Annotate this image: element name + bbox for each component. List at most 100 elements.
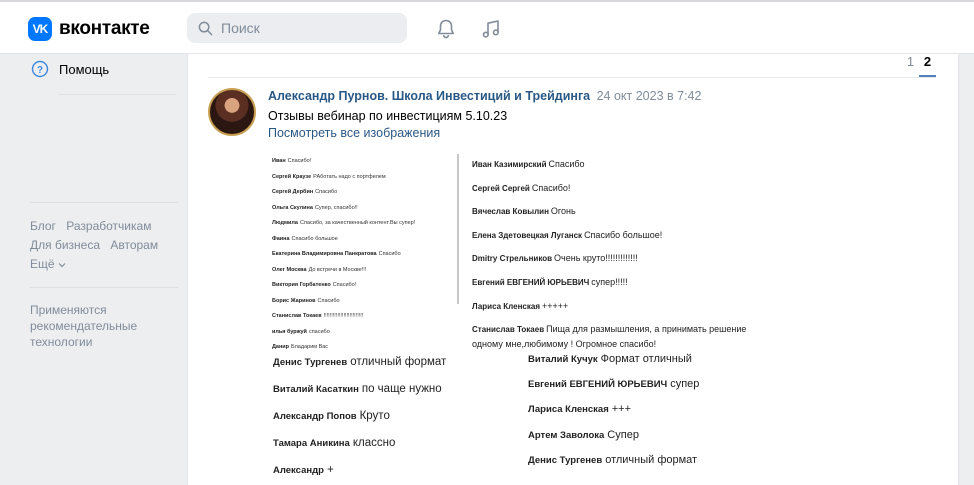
comment-row: Екатерина Владимировна Панкратова Спасибо xyxy=(272,247,415,263)
comment-author: Денис Тургенев xyxy=(273,357,348,368)
comment-author: Артем Заволока xyxy=(528,429,605,441)
page-2-active[interactable]: 2 xyxy=(919,54,936,77)
comment-author: Ольга Скулина xyxy=(272,204,313,211)
comment-row: Денис Тургенев отличный формат xyxy=(528,448,699,473)
page-1[interactable]: 1 xyxy=(902,54,919,77)
comment-author: Dmitry Стрельников xyxy=(472,254,553,264)
comment-row: Олег Москва До встречи в Москве!!! xyxy=(272,263,415,279)
bell-icon[interactable] xyxy=(434,17,458,41)
comment-text: спасибо xyxy=(308,328,330,335)
comment-author: Олег Москва xyxy=(272,266,307,273)
footer-links: Блог Разработчикам Для бизнеса Авторам Е… xyxy=(30,217,180,274)
comment-text: супер xyxy=(670,378,700,391)
footer-link-authors[interactable]: Авторам xyxy=(110,238,158,252)
comment-author: Александр Попов xyxy=(273,411,357,422)
main-content: 1 2 Александр Пурнов. Школа Инвестиций и… xyxy=(187,54,959,485)
comment-author: Денис Тургенев xyxy=(528,454,603,466)
comment-text: РАботать надо с портфелем xyxy=(313,173,386,180)
comment-row: Тамара Аникина классно xyxy=(273,430,446,457)
comment-text: Очень круто!!!!!!!!!!!!! xyxy=(554,253,638,264)
comment-author: Елена Здетовецкая Луганск xyxy=(472,230,583,240)
comments-list-small-left: Иван Спасибо! Сергей Краузе РАботать надо с… xyxy=(272,154,415,356)
comment-row: Евгений ЕВГЕНИЙ ЮРЬЕВИЧ супер xyxy=(528,372,699,397)
post-author-link[interactable]: Александр Пурнов. Школа Инвестиций и Тре… xyxy=(268,89,590,103)
comment-row: Иван Казимирский Спасибо xyxy=(472,153,762,177)
pagination: 1 2 xyxy=(902,54,936,77)
comment-row: Лариса Кленская +++ xyxy=(528,397,699,422)
comment-author: Людмила xyxy=(272,220,298,226)
comment-text: супер!!!!! xyxy=(591,276,628,287)
comment-text: Спасибо xyxy=(315,189,338,195)
divider xyxy=(58,94,176,95)
comment-row: Виталий Касаткин по чаще нужно xyxy=(273,376,446,403)
comment-text: по чаще нужно xyxy=(361,383,442,395)
top-header: VK вконтакте xyxy=(0,0,974,54)
divider xyxy=(30,202,178,203)
recommendation-note[interactable]: Применяются рекомендательные технологии xyxy=(30,302,160,350)
comment-row: Иван Спасибо! xyxy=(272,154,415,170)
comment-text: + xyxy=(326,464,334,476)
post-image[interactable]: Иван Спасибо! Сергей Краузе РАботать надо с… xyxy=(265,149,765,485)
post-text: Отзывы вебинар по инвестициям 5.10.23 xyxy=(268,109,508,123)
comment-row: Dmitry Стрельников Очень круто!!!!!!!!!!!… xyxy=(472,247,762,271)
comment-row: Елена Здетовецкая Луганск Спасибо большое… xyxy=(472,224,762,248)
vk-logo-text: вконтакте xyxy=(59,18,150,39)
comment-row: Виктория Горбатенко Спасибо! xyxy=(272,278,415,294)
post-date[interactable]: 24 окт 2023 в 7:42 xyxy=(597,89,702,103)
help-link[interactable]: ? Помощь xyxy=(31,60,109,78)
comment-text: Спасибо xyxy=(317,297,340,304)
vk-logo[interactable]: VK вконтакте xyxy=(28,17,150,41)
comment-row: Вячеслав Ковылин Огонь xyxy=(472,200,762,224)
footer-link-developers[interactable]: Разработчикам xyxy=(66,219,151,233)
comment-text: Огонь xyxy=(550,206,576,217)
footer-link-blog[interactable]: Блог xyxy=(30,219,56,233)
comment-text: классно xyxy=(352,437,396,449)
comment-text: +++ xyxy=(611,403,632,416)
comment-text: отличный формат xyxy=(605,453,698,466)
divider xyxy=(457,154,459,304)
comment-row: Евгений ЕВГЕНИЙ ЮРЬЕВИЧ супер!!!!! xyxy=(472,271,762,295)
comment-author: Александр xyxy=(273,465,324,476)
comment-author: Тамара Аникина xyxy=(273,438,350,449)
footer-more-button[interactable]: Ещё xyxy=(30,255,180,274)
comment-text: Спасибо xyxy=(378,251,401,257)
comment-row: Артем Заволока Супер xyxy=(528,423,699,448)
comment-author: Станислав Токаев xyxy=(472,325,545,335)
comment-author: Иван Казимирский xyxy=(472,160,547,169)
comments-list-large-right: Виталий Кучук Формат отличный Евгений ЕВГЕ… xyxy=(528,347,699,473)
comment-author: Евгений ЕВГЕНИЙ ЮРЬЕВИЧ xyxy=(472,277,590,287)
comment-row: Ольга Скулина Супер, спасибо!! xyxy=(272,201,415,217)
footer-link-more: Ещё xyxy=(30,257,55,271)
comment-text: +++++ xyxy=(542,300,569,311)
footer-link-business[interactable]: Для бизнеса xyxy=(30,238,100,252)
comment-row: Виталий Кучук Формат отличный xyxy=(528,347,699,372)
chevron-down-icon xyxy=(58,263,65,268)
search-icon xyxy=(198,21,213,35)
comment-text: Спасибо! xyxy=(287,158,312,164)
comment-text: отличный формат xyxy=(350,356,447,368)
see-all-images-link[interactable]: Посмотреть все изображения xyxy=(268,126,440,140)
comment-author: Сергей Краузе xyxy=(272,173,312,180)
comment-row: Сергей Краузе РАботать надо с портфелем xyxy=(272,170,415,186)
comment-row: Сергей Сергей Спасибо! xyxy=(472,177,762,201)
comment-row: Сергей Дербин Спасибо xyxy=(272,185,415,201)
avatar[interactable] xyxy=(208,88,256,136)
search-input[interactable] xyxy=(219,19,393,37)
comment-row: Людмила Спасибо, за качественный контент.… xyxy=(272,216,415,232)
comment-text: Спасибо большое xyxy=(291,235,338,242)
left-sidebar: ? Помощь Блог Разработчикам Для бизнеса … xyxy=(0,54,187,485)
comment-text: Спасибо! xyxy=(531,182,571,193)
comments-list-large-left: Денис Тургенев отличный формат Виталий Кас… xyxy=(273,349,446,484)
svg-text:?: ? xyxy=(37,65,43,76)
comment-row: Фаина Спасибо большое xyxy=(272,232,415,248)
comment-text: !!!!!!!!!!!!!!!!!!!!!!!!!! xyxy=(323,313,364,319)
comment-author: Станислав Токаев xyxy=(272,313,322,319)
comment-text: Спасибо, за качественный контент.Вы супе… xyxy=(299,220,416,226)
music-icon[interactable] xyxy=(479,17,503,41)
comment-text: Супер xyxy=(607,428,639,441)
search-box[interactable] xyxy=(187,13,407,43)
comment-author: Фаина xyxy=(272,235,290,242)
comment-row: илья буржуй спасибо xyxy=(272,325,415,341)
divider xyxy=(208,77,936,78)
comment-author: Виталий Касаткин xyxy=(273,384,359,395)
